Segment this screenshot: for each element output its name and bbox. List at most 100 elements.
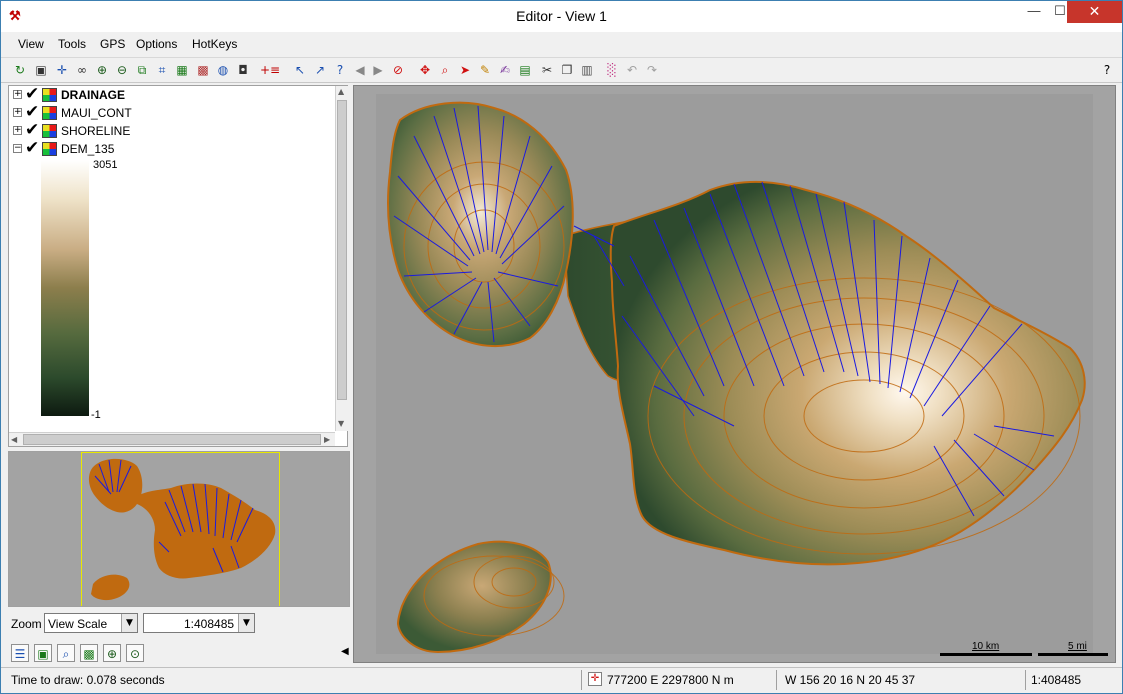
close-button[interactable]: ✕	[1067, 1, 1122, 23]
layer-row-shoreline[interactable]: + ✔ SHORELINE	[11, 120, 311, 140]
status-divider	[581, 670, 582, 690]
scroll-thumb[interactable]	[23, 434, 321, 445]
editor-window: ⚒ Editor - View 1 — ☐ ✕ View Tools GPS O…	[0, 0, 1123, 694]
horizontal-scrollbar[interactable]: ◀ ▶	[9, 432, 335, 446]
full-view-icon[interactable]: ▣	[32, 61, 50, 79]
overview-map[interactable]	[8, 451, 350, 607]
draw-time: Time to draw: 0.078 seconds	[11, 673, 165, 687]
copy-icon[interactable]: ❐	[558, 61, 576, 79]
zoom-target-icon[interactable]: ⊙	[126, 644, 144, 662]
edit-attributes-icon[interactable]: ✍	[496, 61, 514, 79]
title-bar: ⚒ Editor - View 1 — ☐ ✕	[1, 1, 1122, 32]
scroll-up-icon[interactable]: ▲	[338, 87, 344, 96]
legend-max-value: 3051	[93, 159, 118, 171]
status-bar: Time to draw: 0.078 seconds ✛ 777200 E 2…	[1, 667, 1122, 691]
cancel-icon[interactable]: ⊘	[389, 61, 407, 79]
layer-row-maui-cont[interactable]: + ✔ MAUI_CONT	[11, 102, 311, 122]
collapse-toggle[interactable]: −	[13, 144, 22, 153]
add-layer-icon[interactable]: +≡	[260, 61, 280, 79]
status-scale: 1:408485	[1031, 673, 1082, 687]
help-icon[interactable]: ?	[1098, 61, 1116, 79]
redo-icon[interactable]: ↷	[643, 61, 661, 79]
scale-bar: 10 km 5 mi	[940, 641, 1110, 657]
pencil-icon[interactable]: ✎	[476, 61, 494, 79]
pan-icon[interactable]: ✛	[53, 61, 71, 79]
menu-tools[interactable]: Tools	[58, 37, 86, 51]
zoom-locate-icon[interactable]: ⊕	[103, 644, 121, 662]
pointer-icon[interactable]: ➤	[456, 61, 474, 79]
zoom-mode-value: View Scale	[48, 617, 108, 631]
map-view[interactable]: 10 km 5 mi	[353, 85, 1116, 663]
minimize-button[interactable]: —	[1020, 1, 1048, 23]
zoom-mode-select[interactable]: View Scale ▼	[44, 613, 138, 633]
zoom-label: Zoom	[11, 617, 42, 631]
globe-icon[interactable]: ◍	[214, 61, 232, 79]
zoom-in-icon[interactable]: ⊕	[93, 61, 111, 79]
scale-mi-label: 5 mi	[1068, 641, 1087, 652]
layer-list-icon[interactable]: ☰	[11, 644, 29, 662]
menu-options[interactable]: Options	[136, 37, 177, 51]
zoom-extent-icon[interactable]: ⌗	[153, 61, 171, 79]
zoom-box-icon[interactable]: ⧉	[133, 61, 151, 79]
zoom-scale-value: 1:408485	[184, 617, 235, 631]
binoculars-icon[interactable]: ∞	[73, 61, 91, 79]
map-view-icon[interactable]: ▩	[80, 644, 98, 662]
map-grid-icon[interactable]: ▩	[194, 61, 212, 79]
checkmark-icon[interactable]: ✔	[25, 84, 39, 104]
expand-toggle[interactable]: +	[13, 90, 22, 99]
palette-icon[interactable]: ░	[603, 61, 621, 79]
vertical-scrollbar[interactable]: ▲ ▼	[335, 86, 348, 431]
window-title: Editor - View 1	[516, 8, 607, 24]
layer-label: SHORELINE	[61, 124, 131, 138]
map-graphic	[387, 101, 1086, 654]
move-icon[interactable]: ✥	[416, 61, 434, 79]
layer-label: MAUI_CONT	[61, 106, 132, 120]
crosshair-icon[interactable]: ✛	[588, 672, 602, 686]
status-divider	[776, 670, 777, 690]
view-extent-box[interactable]	[81, 452, 280, 606]
previous-icon[interactable]: ◀	[351, 61, 369, 79]
checkmark-icon[interactable]: ✔	[25, 120, 39, 140]
zoom-tool-icon[interactable]: ⌕	[436, 61, 454, 79]
layer-row-drainage[interactable]: + ✔ DRAINAGE	[11, 84, 311, 104]
scroll-right-icon[interactable]: ▶	[324, 435, 330, 444]
scroll-left-icon[interactable]: ◀	[11, 435, 17, 444]
latitude-longitude: W 156 20 16 N 20 45 37	[785, 673, 916, 687]
layer-panel: + ✔ DRAINAGE + ✔ MAUI_CONT + ✔ SHORELINE…	[8, 84, 348, 447]
redraw-icon[interactable]: ↻	[11, 61, 29, 79]
easting-northing: 777200 E 2297800 N m	[607, 673, 734, 687]
status-divider	[1025, 670, 1026, 690]
collapse-panel-icon[interactable]: ◀	[341, 646, 349, 657]
layer-manager-icon[interactable]: ▦	[173, 61, 191, 79]
select-element-icon[interactable]: ↖	[291, 61, 309, 79]
layer-row-dem-135[interactable]: − ✔ DEM_135	[11, 138, 311, 158]
query-icon[interactable]: ?	[331, 61, 349, 79]
magnifier-icon[interactable]: ⌕	[57, 644, 75, 662]
chevron-down-icon[interactable]: ▼	[238, 614, 254, 632]
vector-layer-icon	[42, 106, 57, 120]
undo-icon[interactable]: ↶	[623, 61, 641, 79]
menu-gps[interactable]: GPS	[100, 37, 125, 51]
raster-icon[interactable]: ▤	[516, 61, 534, 79]
paste-icon[interactable]: ▥	[578, 61, 596, 79]
legend-min-value: -1	[91, 409, 101, 421]
menu-hotkeys[interactable]: HotKeys	[192, 37, 237, 51]
scroll-thumb[interactable]	[337, 100, 347, 400]
checkmark-icon[interactable]: ✔	[25, 102, 39, 122]
next-icon[interactable]: ▶	[369, 61, 387, 79]
zoom-scale-select[interactable]: 1:408485 ▼	[143, 613, 255, 633]
expand-toggle[interactable]: +	[13, 126, 22, 135]
camera-icon[interactable]: ◘	[234, 61, 252, 79]
select-multiple-icon[interactable]: ↗	[311, 61, 329, 79]
zoom-out-icon[interactable]: ⊖	[113, 61, 131, 79]
expand-toggle[interactable]: +	[13, 108, 22, 117]
checkmark-icon[interactable]: ✔	[25, 138, 39, 158]
vector-layer-icon	[42, 124, 57, 138]
menu-view[interactable]: View	[18, 37, 44, 51]
layer-controls-icon[interactable]: ▣	[34, 644, 52, 662]
scale-mi-bar	[1038, 653, 1108, 656]
cut-icon[interactable]: ✂	[538, 61, 556, 79]
scroll-down-icon[interactable]: ▼	[338, 419, 344, 428]
layer-label: DRAINAGE	[61, 88, 126, 102]
chevron-down-icon[interactable]: ▼	[121, 614, 137, 632]
